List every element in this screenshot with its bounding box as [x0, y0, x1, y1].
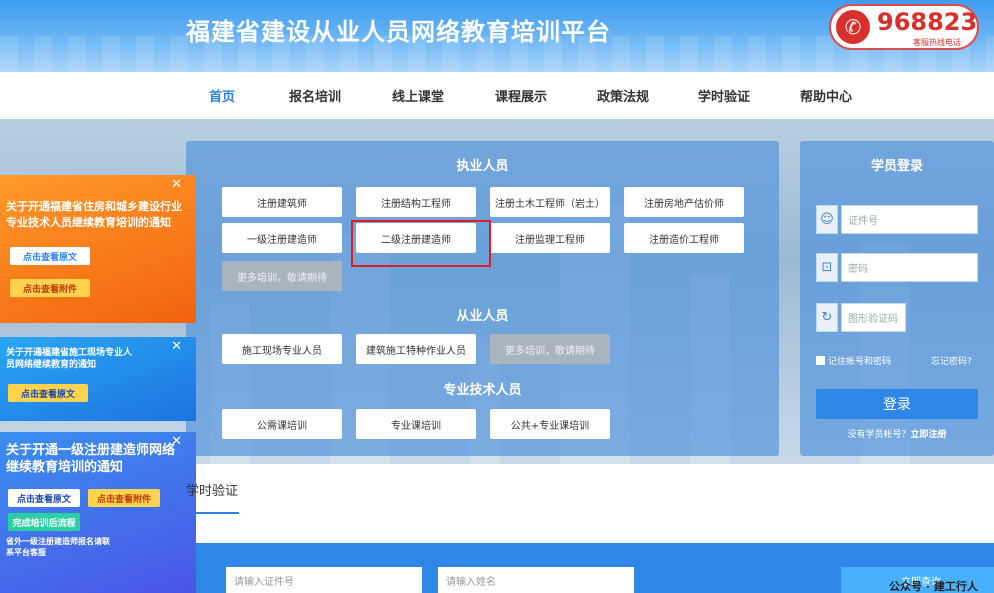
btn-public-professional-course[interactable]: 公共+专业课培训 [490, 409, 610, 439]
user-icon: ☺ [816, 205, 838, 234]
notice-1-view-original[interactable]: 点击查看原文 [10, 247, 90, 265]
notice-3-view-original[interactable]: 点击查看原文 [8, 489, 80, 507]
lock-icon: ⊡ [816, 253, 838, 282]
notice-banner-2[interactable]: ✕ 关于开通福建省施工现场专业人员网络继续教育的通知 点击查看原文 [0, 337, 196, 421]
nav-hours-verify[interactable]: 学时验证 [698, 86, 750, 105]
btn-structural-engineer[interactable]: 注册结构工程师 [356, 187, 476, 217]
main-nav: 首页 报名培训 线上课堂 课程展示 政策法规 学时验证 帮助中心 [0, 72, 994, 118]
btn-professional-course[interactable]: 专业课培训 [356, 409, 476, 439]
id-field: ☺ 证件号 [816, 205, 978, 234]
refresh-icon[interactable]: ↻ [816, 303, 838, 332]
btn-geotechnical-engineer[interactable]: 注册土木工程师（岩土） [490, 187, 610, 217]
register-row: 没有学员帐号？立即注册 [800, 427, 994, 440]
verify-id-input[interactable]: 请输入证件号 [226, 567, 422, 593]
notice-banner-3[interactable]: ✕ 关于开通一级注册建造师网络继续教育培训的通知 点击查看原文 点击查看附件 完… [0, 432, 196, 593]
login-title: 学员登录 [870, 159, 923, 174]
notice-2-text: 关于开通福建省施工现场专业人员网络继续教育的通知 [6, 348, 133, 370]
notice-3-text: 关于开通一级注册建造师网络继续教育培训的通知 [6, 443, 176, 475]
section-title-technical: 专业技术人员 [443, 383, 522, 398]
phone-icon: ✆ [836, 10, 870, 44]
btn-cost-engineer[interactable]: 注册造价工程师 [624, 223, 744, 253]
notice-3-note: 省外一级注册建造师报名请联系平台客服 [6, 537, 110, 557]
nav-online-class[interactable]: 线上课堂 [392, 86, 444, 105]
close-icon[interactable]: ✕ [171, 177, 182, 192]
hotline-caption: 客服热线电话 [913, 38, 961, 47]
section-title-practitioners: 从业人员 [456, 309, 509, 324]
btn-real-estate-appraiser[interactable]: 注册房地产估价师 [624, 187, 744, 217]
tab-underline [193, 512, 239, 514]
btn-site-professionals[interactable]: 施工现场专业人员 [222, 334, 342, 364]
hotline-number: 968823 [877, 8, 978, 36]
section-title-licensed: 执业人员 [456, 159, 509, 174]
site-title: 福建省建设从业人员网络教育培训平台 [186, 18, 611, 46]
nav-home[interactable]: 首页 [209, 86, 235, 105]
nav-help[interactable]: 帮助中心 [800, 86, 852, 105]
notice-2-view-original[interactable]: 点击查看原文 [8, 384, 88, 402]
nav-courses[interactable]: 课程展示 [495, 86, 547, 105]
notice-3-view-attachment[interactable]: 点击查看附件 [88, 489, 160, 507]
hours-verify-tab[interactable]: 学时验证 [186, 480, 238, 499]
remember-checkbox[interactable]: 记住帐号和密码 [816, 354, 891, 367]
checkbox-icon[interactable] [816, 356, 825, 365]
register-prompt: 没有学员帐号？ [847, 430, 911, 440]
remember-label: 记住帐号和密码 [828, 357, 892, 367]
btn-more-coming-1: 更多培训，敬请期待 [222, 261, 342, 291]
notice-1-view-attachment[interactable]: 点击查看附件 [10, 279, 90, 297]
login-button[interactable]: 登录 [816, 389, 978, 419]
verify-query-bar: 请输入证件号 请输入姓名 立即查询 [196, 543, 994, 593]
btn-registered-architect[interactable]: 注册建筑师 [222, 187, 342, 217]
btn-supervision-engineer[interactable]: 注册监理工程师 [490, 223, 610, 253]
training-catalog-panel: 执业人员 注册建筑师 注册结构工程师 注册土木工程师（岩土） 注册房地产估价师 … [186, 141, 779, 456]
captcha-input[interactable]: 图形验证码 [841, 303, 906, 332]
notice-banner-1[interactable]: ✕ 关于开通福建省住房和城乡建设行业专业技术人员继续教育培训的通知 点击查看原文… [0, 175, 196, 323]
login-panel: 学员登录 ☺ 证件号 ⊡ 密码 ↻ 图形验证码 记住帐号和密码 忘记密码? 登录… [800, 141, 994, 456]
captcha-field: ↻ 图形验证码 [816, 303, 906, 332]
nav-policy[interactable]: 政策法规 [597, 86, 649, 105]
password-input[interactable]: 密码 [841, 253, 978, 282]
btn-special-operations[interactable]: 建筑施工特种作业人员 [356, 334, 476, 364]
notice-1-text: 关于开通福建省住房和城乡建设行业专业技术人员继续教育培训的通知 [6, 200, 182, 229]
close-icon[interactable]: ✕ [171, 339, 182, 354]
nav-enroll[interactable]: 报名培训 [289, 86, 341, 105]
verify-name-input[interactable]: 请输入姓名 [438, 567, 634, 593]
btn-first-class-constructor[interactable]: 一级注册建造师 [222, 223, 342, 253]
hotline-badge: ✆ 968823 客服热线电话 [829, 4, 979, 50]
btn-more-coming-2: 更多培训，敬请期待 [490, 334, 610, 364]
watermark: 公众号 · 建工行人 [889, 580, 978, 593]
btn-public-course[interactable]: 公需课培训 [222, 409, 342, 439]
id-input[interactable]: 证件号 [841, 205, 978, 234]
password-field: ⊡ 密码 [816, 253, 978, 282]
highlight-box [351, 220, 491, 267]
register-link[interactable]: 立即注册 [911, 430, 947, 440]
notice-3-after-training[interactable]: 完成培训后流程 [8, 513, 80, 531]
header-banner: 福建省建设从业人员网络教育培训平台 ✆ 968823 客服热线电话 [0, 0, 994, 72]
forgot-password-link[interactable]: 忘记密码? [931, 354, 972, 367]
